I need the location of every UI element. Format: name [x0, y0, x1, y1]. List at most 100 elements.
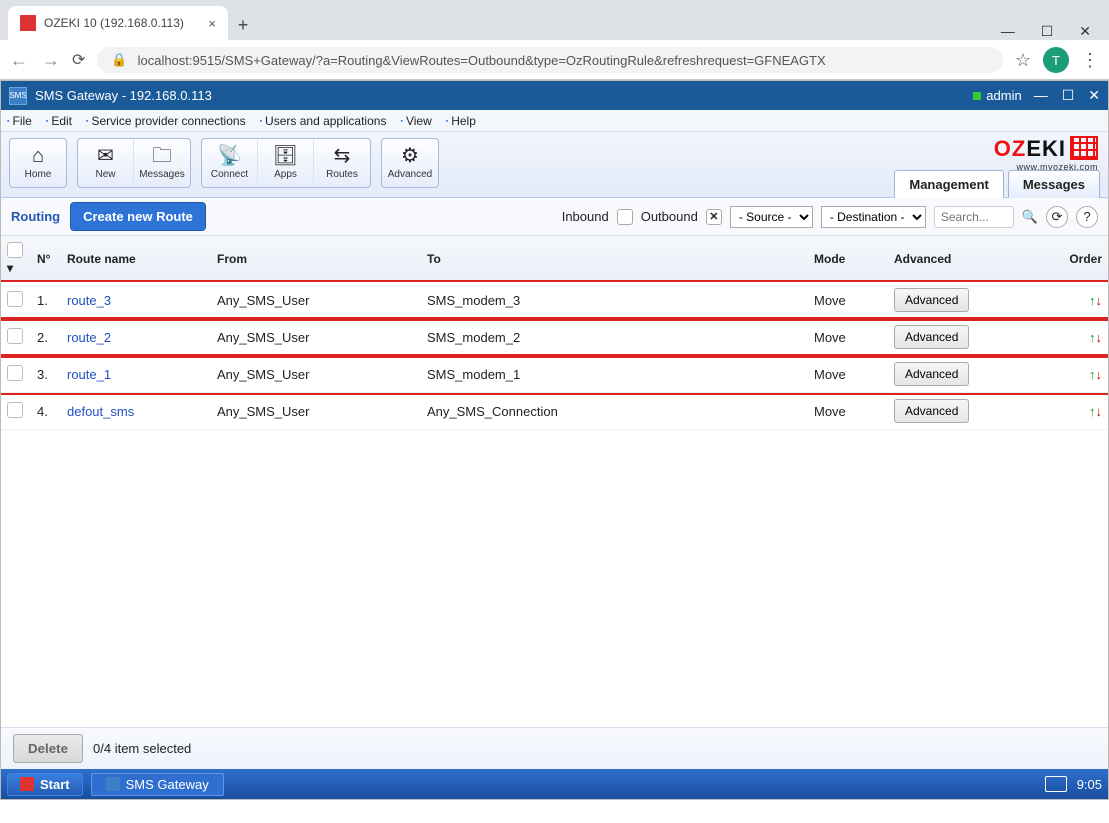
col-mode[interactable]: Mode [808, 236, 888, 282]
route-link[interactable]: route_3 [67, 293, 111, 308]
row-to: Any_SMS_Connection [421, 393, 808, 430]
nav-forward-icon[interactable]: → [42, 50, 60, 71]
row-number: 4. [31, 393, 61, 430]
folder-icon: 🗀 [152, 146, 172, 166]
nav-buttons: ← → [10, 50, 60, 71]
toolbar-new[interactable]: ✉New [78, 139, 134, 187]
window-close-icon[interactable]: ✕ [1079, 23, 1091, 40]
toolbar-connect[interactable]: 📡Connect [202, 139, 258, 187]
row-checkbox[interactable] [7, 291, 23, 307]
bookmark-star-icon[interactable]: ☆ [1015, 50, 1031, 71]
routes-table-wrap: ▾ N° Route name From To Mode Advanced Or… [1, 236, 1108, 727]
route-link[interactable]: defout_sms [67, 404, 134, 419]
toolbar-routes[interactable]: ⇆Routes [314, 139, 370, 187]
reload-icon[interactable]: ⟳ [72, 50, 85, 70]
app-title: SMS Gateway - 192.168.0.113 [35, 88, 212, 103]
browser-menu-icon[interactable]: ⋮ [1081, 50, 1099, 71]
col-to[interactable]: To [421, 236, 808, 282]
col-n[interactable]: N° [31, 236, 61, 282]
create-route-button[interactable]: Create new Route [70, 202, 206, 231]
menu-file[interactable]: File [7, 114, 32, 128]
route-link[interactable]: route_1 [67, 367, 111, 382]
taskbar-app-icon [106, 777, 120, 791]
menu-service-provider[interactable]: Service provider connections [86, 114, 246, 128]
toolbar-advanced[interactable]: ⚙Advanced [382, 139, 438, 187]
route-link[interactable]: route_2 [67, 330, 111, 345]
system-tray: 9:05 [1045, 776, 1102, 792]
row-mode: Move [808, 319, 888, 356]
col-advanced[interactable]: Advanced [888, 236, 1048, 282]
app-maximize-icon[interactable]: ☐ [1062, 87, 1075, 104]
new-tab-button[interactable]: + [228, 10, 258, 40]
row-from: Any_SMS_User [211, 356, 421, 393]
row-number: 2. [31, 319, 61, 356]
inbound-checkbox[interactable] [617, 209, 633, 225]
taskbar: Start SMS Gateway 9:05 [1, 769, 1108, 799]
window-minimize-icon[interactable]: — [1001, 23, 1015, 40]
col-order[interactable]: Order [1048, 236, 1108, 282]
row-advanced-button[interactable]: Advanced [894, 325, 969, 349]
outbound-checkbox[interactable] [706, 209, 722, 225]
row-advanced-button[interactable]: Advanced [894, 362, 969, 386]
order-down-icon[interactable]: ↓ [1096, 330, 1103, 345]
header-sort-icon[interactable]: ▾ [7, 261, 13, 275]
row-advanced-button[interactable]: Advanced [894, 399, 969, 423]
nav-back-icon[interactable]: ← [10, 50, 28, 71]
row-from: Any_SMS_User [211, 282, 421, 319]
home-icon: ⌂ [32, 146, 44, 166]
app-titlebar: SMS SMS Gateway - 192.168.0.113 admin — … [1, 81, 1108, 110]
delete-button[interactable]: Delete [13, 734, 83, 763]
browser-tabbar: OZEKI 10 (192.168.0.113) × + — ☐ ✕ [0, 0, 1109, 40]
address-bar-row: ← → ⟳ 🔒 localhost:9515/SMS+Gateway/?a=Ro… [0, 40, 1109, 80]
col-from[interactable]: From [211, 236, 421, 282]
grid-logo-icon [1070, 136, 1098, 160]
refresh-icon[interactable]: ⟳ [1046, 206, 1068, 228]
menu-help[interactable]: Help [446, 114, 476, 128]
menu-edit[interactable]: Edit [46, 114, 72, 128]
start-button[interactable]: Start [7, 773, 83, 796]
search-input[interactable] [934, 206, 1014, 228]
row-number: 1. [31, 282, 61, 319]
destination-select[interactable]: - Destination - [821, 206, 926, 228]
toolbar-home[interactable]: ⌂Home [10, 139, 66, 187]
table-row: 2.route_2Any_SMS_UserSMS_modem_2MoveAdva… [1, 319, 1108, 356]
footer-bar: Delete 0/4 item selected [1, 727, 1108, 769]
browser-tab[interactable]: OZEKI 10 (192.168.0.113) × [8, 6, 228, 40]
row-advanced-button[interactable]: Advanced [894, 288, 969, 312]
profile-avatar[interactable]: T [1043, 47, 1069, 73]
clock: 9:05 [1077, 777, 1102, 792]
new-icon: ✉ [97, 146, 114, 166]
row-mode: Move [808, 393, 888, 430]
toolbar-messages[interactable]: 🗀Messages [134, 139, 190, 187]
row-checkbox[interactable] [7, 328, 23, 344]
app-user: admin [986, 88, 1021, 103]
window-maximize-icon[interactable]: ☐ [1041, 23, 1054, 40]
app-window: SMS SMS Gateway - 192.168.0.113 admin — … [0, 80, 1109, 800]
tab-close-icon[interactable]: × [208, 16, 216, 31]
app-minimize-icon[interactable]: — [1034, 87, 1048, 104]
favicon-icon [20, 15, 36, 31]
order-down-icon[interactable]: ↓ [1096, 367, 1103, 382]
search-icon[interactable]: 🔍 [1022, 209, 1038, 225]
taskbar-app-button[interactable]: SMS Gateway [91, 773, 224, 796]
help-icon[interactable]: ? [1076, 206, 1098, 228]
row-checkbox[interactable] [7, 365, 23, 381]
app-close-icon[interactable]: ✕ [1088, 87, 1100, 104]
col-route[interactable]: Route name [61, 236, 211, 282]
url-bar[interactable]: 🔒 localhost:9515/SMS+Gateway/?a=Routing&… [97, 47, 1002, 73]
order-down-icon[interactable]: ↓ [1096, 404, 1103, 419]
content-tabs: Management Messages [890, 170, 1100, 198]
tab-messages[interactable]: Messages [1008, 170, 1100, 198]
table-row: 1.route_3Any_SMS_UserSMS_modem_3MoveAdva… [1, 282, 1108, 319]
tab-management[interactable]: Management [894, 170, 1003, 198]
row-to: SMS_modem_1 [421, 356, 808, 393]
source-select[interactable]: - Source - [730, 206, 813, 228]
menu-view[interactable]: View [400, 114, 431, 128]
order-down-icon[interactable]: ↓ [1096, 293, 1103, 308]
toolbar-apps[interactable]: 🗄Apps [258, 139, 314, 187]
select-all-checkbox[interactable] [7, 242, 23, 258]
row-checkbox[interactable] [7, 402, 23, 418]
start-icon [20, 777, 34, 791]
keyboard-icon[interactable] [1045, 776, 1067, 792]
menu-users-apps[interactable]: Users and applications [260, 114, 387, 128]
